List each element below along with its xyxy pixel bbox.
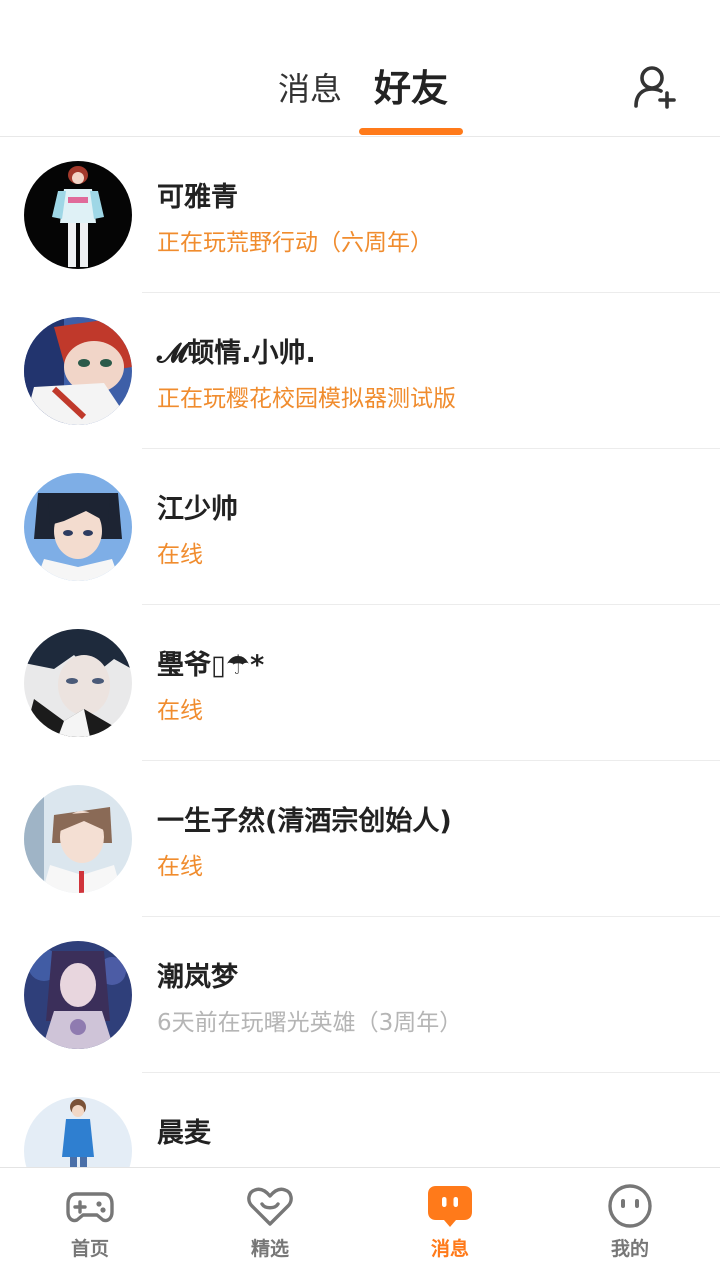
avatar[interactable]: [24, 941, 132, 1049]
tab-friends[interactable]: 好友: [374, 64, 448, 114]
gamepad-icon: [66, 1192, 114, 1223]
nav-featured[interactable]: 精选: [180, 1168, 360, 1280]
friend-row[interactable]: 璺爷▯☂* 在线: [0, 605, 720, 761]
friend-row[interactable]: 可雅青 正在玩荒野行动（六周年）: [0, 137, 720, 293]
app-root: 消息 好友 可雅青 正在玩荒野行动（六周年） 𝓜顿情.小帅. 正在玩樱花校园模拟…: [0, 0, 720, 1280]
nav-label: 消息: [430, 1238, 469, 1260]
nav-home[interactable]: 首页: [0, 1168, 180, 1280]
nav-label: 首页: [70, 1238, 109, 1260]
friend-list: 可雅青 正在玩荒野行动（六周年） 𝓜顿情.小帅. 正在玩樱花校园模拟器测试版 江…: [0, 137, 720, 1167]
friend-status: 正在玩樱花校园模拟器测试版: [157, 386, 456, 412]
friend-status: 6天前在玩曙光英雄（3周年）: [157, 1010, 463, 1036]
friend-name: 璺爷▯☂*: [157, 650, 265, 681]
avatar[interactable]: [24, 785, 132, 893]
avatar[interactable]: [24, 161, 132, 269]
friend-status: 在线: [157, 854, 203, 880]
friend-row[interactable]: 一生子然(清酒宗创始人) 在线: [0, 761, 720, 917]
friend-status: 在线: [157, 698, 203, 724]
bottom-nav: 首页 精选 消息 我的: [0, 1167, 720, 1280]
chat-bubble-icon: [428, 1186, 472, 1227]
friend-name: 晨麦: [157, 1118, 211, 1149]
add-user-icon: [634, 66, 676, 109]
avatar[interactable]: [24, 629, 132, 737]
friend-name: 𝓜顿情.小帅.: [157, 338, 316, 369]
add-friend-button[interactable]: [630, 62, 680, 112]
avatar[interactable]: [24, 317, 132, 425]
friend-row[interactable]: 晨麦: [0, 1073, 720, 1167]
friend-status: 在线: [157, 542, 203, 568]
smiley-face-icon: [608, 1184, 652, 1228]
heart-icon: [247, 1187, 293, 1226]
friend-row[interactable]: 潮岚梦 6天前在玩曙光英雄（3周年）: [0, 917, 720, 1073]
nav-profile[interactable]: 我的: [540, 1168, 720, 1280]
friend-name: 潮岚梦: [157, 962, 238, 993]
nav-messages[interactable]: 消息: [360, 1168, 540, 1280]
top-header: 消息 好友: [0, 0, 720, 137]
avatar[interactable]: [24, 1097, 132, 1167]
friend-name: 一生子然(清酒宗创始人): [157, 806, 452, 837]
nav-label: 精选: [250, 1238, 289, 1260]
friend-row[interactable]: 𝓜顿情.小帅. 正在玩樱花校园模拟器测试版: [0, 293, 720, 449]
nav-label: 我的: [610, 1238, 649, 1260]
avatar[interactable]: [24, 473, 132, 581]
friend-name: 可雅青: [157, 182, 238, 213]
friend-row[interactable]: 江少帅 在线: [0, 449, 720, 605]
tab-messages[interactable]: 消息: [278, 64, 342, 114]
active-tab-indicator: [359, 128, 463, 135]
friend-name: 江少帅: [157, 494, 238, 525]
friend-status: 正在玩荒野行动（六周年）: [157, 230, 433, 256]
